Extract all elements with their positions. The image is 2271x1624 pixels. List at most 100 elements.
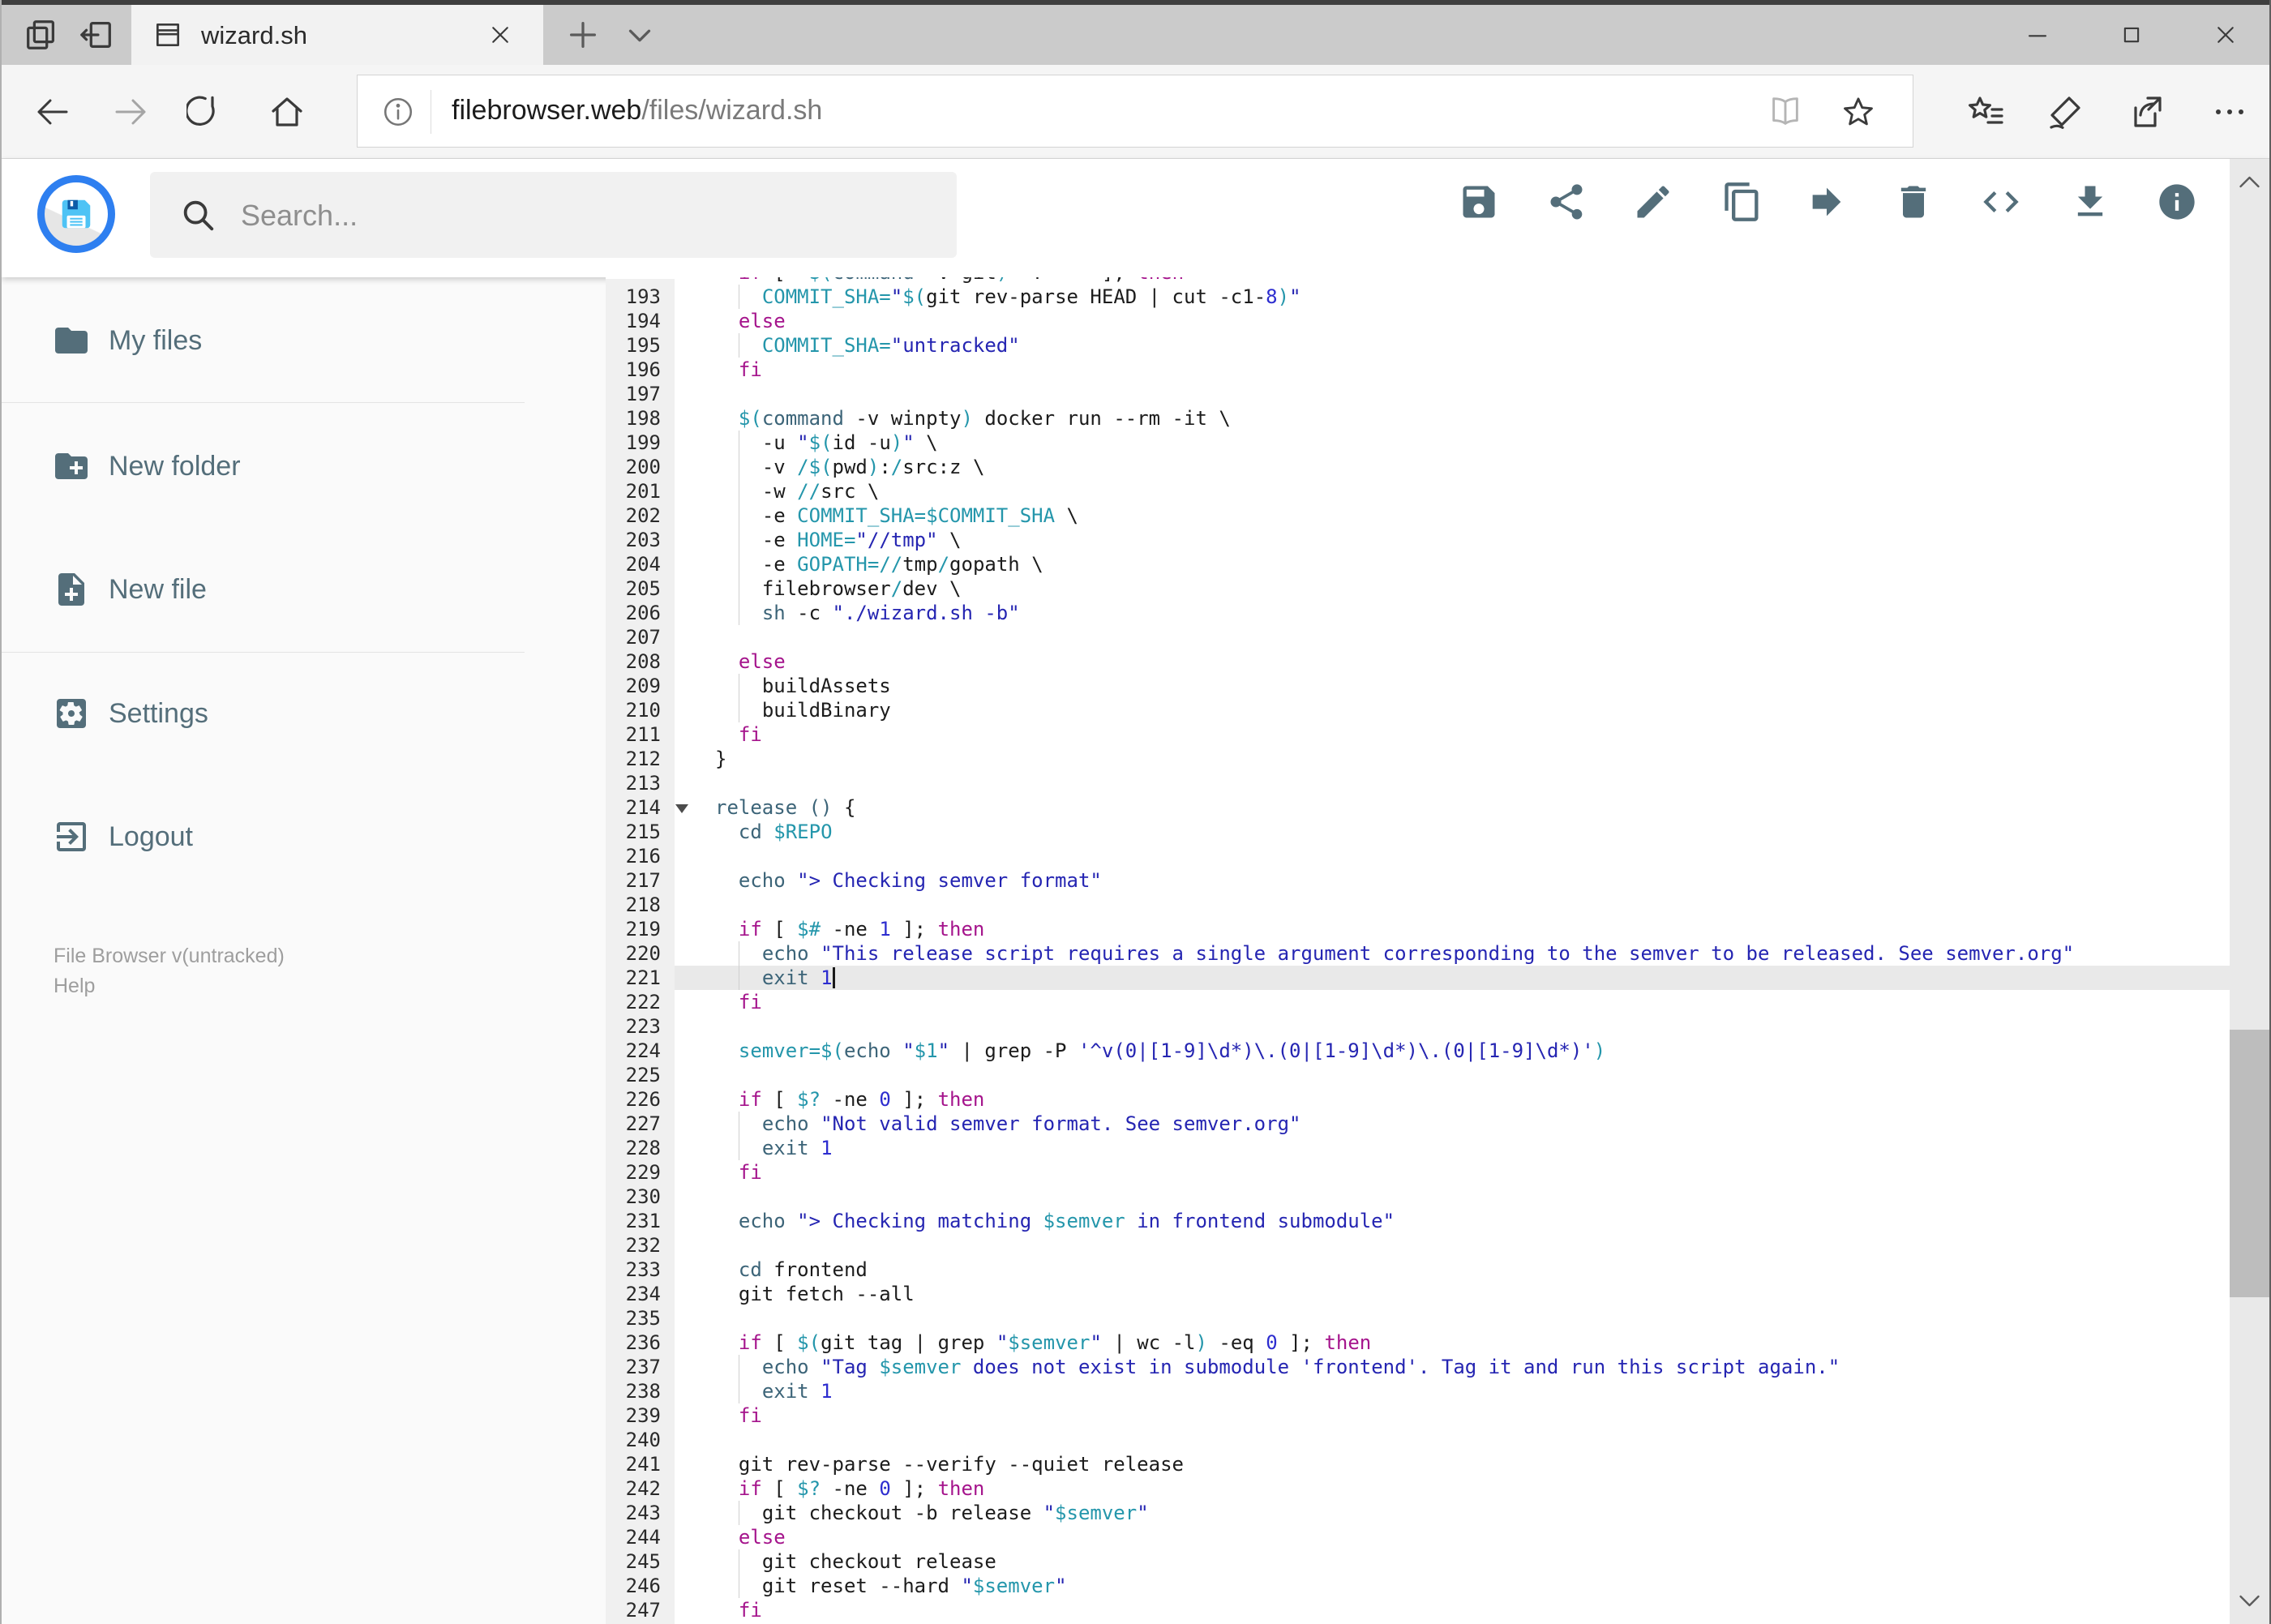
code-line-237[interactable]: 237 echo "Tag $semver does not exist in … <box>606 1355 2230 1379</box>
code-line-209[interactable]: 209 buildAssets <box>606 674 2230 698</box>
code-line-222[interactable]: 222 fi <box>606 990 2230 1014</box>
code-line-242[interactable]: 242 if [ $? -ne 0 ]; then <box>606 1476 2230 1501</box>
code-line-213[interactable]: 213 <box>606 771 2230 795</box>
code-line-199[interactable]: 199 -u "$(id -u)" \ <box>606 431 2230 455</box>
code-line-228[interactable]: 228 exit 1 <box>606 1136 2230 1160</box>
code-line-216[interactable]: 216 <box>606 844 2230 868</box>
edit-button[interactable] <box>1632 181 1674 223</box>
code-line-240[interactable]: 240 <box>606 1428 2230 1452</box>
home-icon[interactable] <box>268 92 306 131</box>
favorites-hub-icon[interactable] <box>1967 92 2006 131</box>
sidebar-item-logout[interactable]: Logout <box>2 802 527 872</box>
code-line-231[interactable]: 231 echo "> Checking matching $semver in… <box>606 1209 2230 1233</box>
code-line-239[interactable]: 239 fi <box>606 1403 2230 1428</box>
code-line-208[interactable]: 208 else <box>606 649 2230 674</box>
refresh-icon[interactable] <box>186 92 225 131</box>
code-line-238[interactable]: 238 exit 1 <box>606 1379 2230 1403</box>
address-bar[interactable]: filebrowser.web/files/wizard.sh <box>357 75 1913 148</box>
tab-preview-icon[interactable] <box>23 16 60 54</box>
code-line-198[interactable]: 198 $(command -v winpty) docker run --rm… <box>606 406 2230 431</box>
code-line-218[interactable]: 218 <box>606 893 2230 917</box>
code-line-214[interactable]: 214 release () { <box>606 795 2230 820</box>
code-line-229[interactable]: 229 fi <box>606 1160 2230 1185</box>
browser-tab[interactable]: wizard.sh <box>131 5 543 65</box>
move-button[interactable] <box>1806 181 1848 223</box>
close-icon[interactable] <box>2213 23 2238 47</box>
sidebar-item-settings[interactable]: Settings <box>2 679 527 748</box>
code-line-232[interactable]: 232 <box>606 1233 2230 1258</box>
sidebar-item-my-files[interactable]: My files <box>2 306 527 375</box>
code-editor[interactable]: if [ "$(command -v git)" != "" ]; then19… <box>606 277 2230 1624</box>
code-line-227[interactable]: 227 echo "Not valid semver format. See s… <box>606 1112 2230 1136</box>
code-line-194[interactable]: 194 else <box>606 309 2230 333</box>
code-line-244[interactable]: 244 else <box>606 1525 2230 1549</box>
code-line-195[interactable]: 195 COMMIT_SHA="untracked" <box>606 333 2230 358</box>
minimize-icon[interactable] <box>2025 23 2050 47</box>
save-button[interactable] <box>1458 181 1500 223</box>
copy-button[interactable] <box>1721 181 1763 223</box>
new-tab-icon[interactable] <box>564 16 602 54</box>
code-line-221[interactable]: 221 exit 1 <box>606 966 2230 990</box>
code-line-234[interactable]: 234 git fetch --all <box>606 1282 2230 1306</box>
code-line-217[interactable]: 217 echo "> Checking semver format" <box>606 868 2230 893</box>
help-link[interactable]: Help <box>54 975 95 998</box>
code-line-196[interactable]: 196 fi <box>606 358 2230 382</box>
code-line-233[interactable]: 233 cd frontend <box>606 1258 2230 1282</box>
code-line-212[interactable]: 212} <box>606 747 2230 771</box>
view-source-button[interactable] <box>1980 181 2022 223</box>
code-line-247[interactable]: 247 fi <box>606 1598 2230 1622</box>
maximize-icon[interactable] <box>2119 23 2144 47</box>
share-icon[interactable] <box>2126 92 2165 131</box>
search-box[interactable] <box>150 172 957 259</box>
scrollbar-thumb[interactable] <box>2230 1030 2269 1297</box>
code-line-241[interactable]: 241 git rev-parse --verify --quiet relea… <box>606 1452 2230 1476</box>
reading-view-icon[interactable] <box>1767 93 1804 131</box>
code-line-210[interactable]: 210 buildBinary <box>606 698 2230 722</box>
vertical-scrollbar[interactable] <box>2230 159 2269 1624</box>
code-line-220[interactable]: 220 echo "This release script requires a… <box>606 941 2230 966</box>
site-info-icon[interactable] <box>380 94 416 130</box>
download-button[interactable] <box>2069 181 2111 223</box>
code-line-235[interactable]: 235 <box>606 1306 2230 1330</box>
code-line-230[interactable]: 230 <box>606 1185 2230 1209</box>
code-line-201[interactable]: 201 -w //src \ <box>606 479 2230 503</box>
sidebar-item-new-file[interactable]: New file <box>2 555 527 624</box>
fold-marker-icon[interactable] <box>675 804 688 813</box>
code-line-205[interactable]: 205 filebrowser/dev \ <box>606 576 2230 601</box>
more-options-icon[interactable] <box>2210 92 2249 131</box>
tab-list-chevron-icon[interactable] <box>621 16 658 54</box>
scroll-down-icon[interactable] <box>2236 1588 2263 1614</box>
info-button[interactable] <box>2156 181 2198 223</box>
filebrowser-logo[interactable] <box>37 175 115 253</box>
tab-close-icon[interactable] <box>488 23 512 47</box>
forward-icon[interactable] <box>112 92 151 131</box>
code-line-211[interactable]: 211 fi <box>606 722 2230 747</box>
code-line-225[interactable]: 225 <box>606 1063 2230 1087</box>
code-line-224[interactable]: 224 semver=$(echo "$1" | grep -P '^v(0|[… <box>606 1039 2230 1063</box>
code-line-204[interactable]: 204 -e GOPATH=//tmp/gopath \ <box>606 552 2230 576</box>
code-line-206[interactable]: 206 sh -c "./wizard.sh -b" <box>606 601 2230 625</box>
share-file-button[interactable] <box>1545 181 1588 223</box>
code-line-202[interactable]: 202 -e COMMIT_SHA=$COMMIT_SHA \ <box>606 503 2230 528</box>
annotate-pen-icon[interactable] <box>2046 92 2085 131</box>
favorite-star-icon[interactable] <box>1840 93 1877 131</box>
code-line-243[interactable]: 243 git checkout -b release "$semver" <box>606 1501 2230 1525</box>
sidebar-item-new-folder[interactable]: New folder <box>2 431 527 501</box>
back-icon[interactable] <box>32 92 71 131</box>
code-line-226[interactable]: 226 if [ $? -ne 0 ]; then <box>606 1087 2230 1112</box>
code-line-203[interactable]: 203 -e HOME="//tmp" \ <box>606 528 2230 552</box>
code-line-192[interactable]: if [ "$(command -v git)" != "" ]; then <box>606 277 2230 285</box>
code-line-223[interactable]: 223 <box>606 1014 2230 1039</box>
code-line-200[interactable]: 200 -v /$(pwd):/src:z \ <box>606 455 2230 479</box>
code-line-197[interactable]: 197 <box>606 382 2230 406</box>
delete-button[interactable] <box>1892 181 1935 223</box>
code-line-207[interactable]: 207 <box>606 625 2230 649</box>
code-line-236[interactable]: 236 if [ $(git tag | grep "$semver" | wc… <box>606 1330 2230 1355</box>
search-input[interactable] <box>239 172 923 259</box>
set-tabs-aside-icon[interactable] <box>78 16 115 54</box>
code-line-245[interactable]: 245 git checkout release <box>606 1549 2230 1574</box>
code-line-193[interactable]: 193 COMMIT_SHA="$(git rev-parse HEAD | c… <box>606 285 2230 309</box>
scroll-up-icon[interactable] <box>2236 169 2263 195</box>
code-line-219[interactable]: 219 if [ $# -ne 1 ]; then <box>606 917 2230 941</box>
code-line-215[interactable]: 215 cd $REPO <box>606 820 2230 844</box>
